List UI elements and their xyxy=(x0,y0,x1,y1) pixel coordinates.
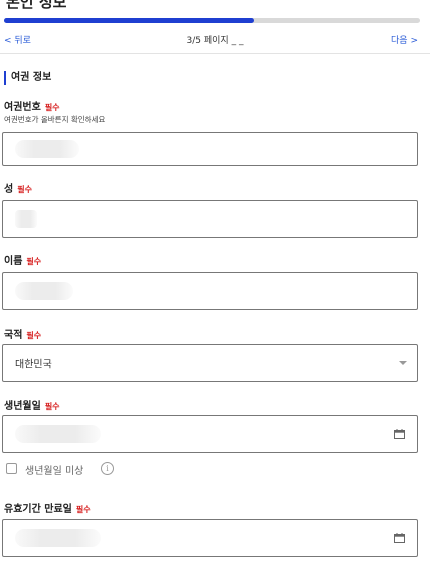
required-badge: 필수 xyxy=(26,257,42,266)
expiry-date-label: 유효기간 만료일 필수 xyxy=(4,500,91,515)
required-badge: 필수 xyxy=(17,185,32,194)
birth-date-label-text: 생년월일 xyxy=(4,401,41,412)
given-name-input[interactable] xyxy=(2,272,418,310)
progress-bar xyxy=(4,18,420,23)
calendar-icon[interactable] xyxy=(394,533,405,543)
next-button[interactable]: 다음 > xyxy=(391,33,418,46)
passport-number-hint: 여권번호가 올바른지 확인하세요 xyxy=(4,115,106,124)
masked-value xyxy=(15,140,79,158)
page-indicator: 3/5 페이지 _ _ xyxy=(186,36,244,46)
surname-label-text: 성 xyxy=(4,184,14,195)
nationality-label-text: 국적 xyxy=(4,330,23,341)
birth-date-unknown-label[interactable]: 생년월일 미상 xyxy=(25,462,83,477)
chevron-down-icon xyxy=(399,361,407,365)
surname-label: 성 필수 xyxy=(4,180,32,195)
required-badge: 필수 xyxy=(75,505,91,514)
expiry-date-label-text: 유효기간 만료일 xyxy=(4,504,72,515)
page-nav: < 뒤로 3/5 페이지 _ _ 다음 > xyxy=(0,31,430,49)
required-badge: 필수 xyxy=(44,103,60,112)
passport-number-label-text: 여권번호 xyxy=(4,102,41,113)
info-icon[interactable]: i xyxy=(101,462,114,475)
calendar-icon[interactable] xyxy=(394,429,405,439)
nationality-label: 국적 필수 xyxy=(4,326,41,341)
given-name-label: 이름 필수 xyxy=(4,252,41,267)
birth-date-unknown-checkbox[interactable] xyxy=(6,463,17,474)
birth-date-label: 생년월일 필수 xyxy=(4,397,60,412)
masked-value xyxy=(15,425,101,443)
nationality-select[interactable]: 대한민국 xyxy=(2,344,418,382)
nationality-value: 대한민국 xyxy=(15,359,52,371)
masked-value xyxy=(15,529,101,547)
masked-value xyxy=(15,210,37,228)
required-badge: 필수 xyxy=(44,402,60,411)
passport-number-input[interactable] xyxy=(2,132,418,166)
given-name-label-text: 이름 xyxy=(4,256,23,267)
section-title: 여권 정보 xyxy=(4,71,51,85)
birth-date-input[interactable] xyxy=(2,415,418,453)
passport-number-label: 여권번호 필수 xyxy=(4,98,60,113)
masked-value xyxy=(15,282,73,300)
progress-bar-fill xyxy=(4,18,254,23)
surname-input[interactable] xyxy=(2,200,418,238)
nav-divider xyxy=(0,53,430,54)
required-badge: 필수 xyxy=(26,331,42,340)
expiry-date-input[interactable] xyxy=(2,519,418,557)
page-title: 본인 정보 xyxy=(6,0,67,11)
